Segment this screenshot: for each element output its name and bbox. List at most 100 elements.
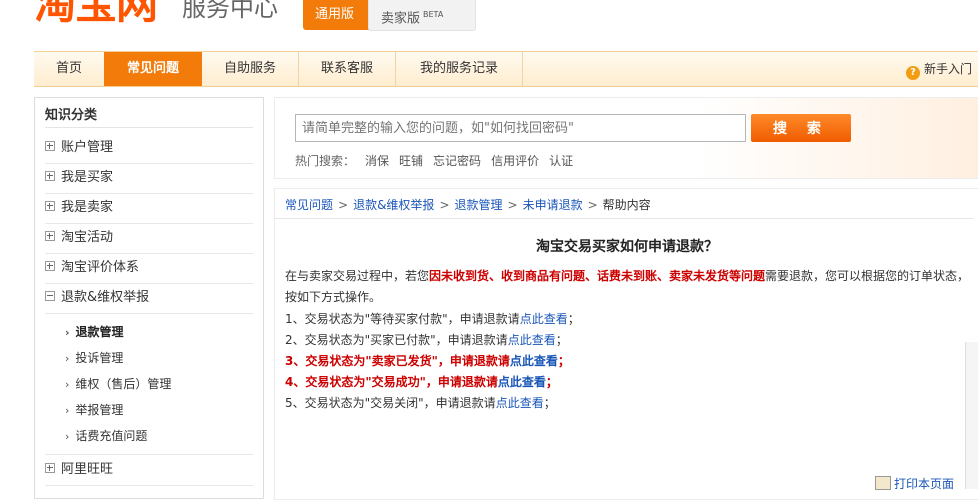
step-item: 4、交易状态为"交易成功"，申请退款请点此查看； bbox=[285, 373, 558, 390]
subitem-label: 退款管理 bbox=[75, 325, 124, 339]
subitem-label: 话费充值问题 bbox=[75, 429, 148, 443]
step-end: ； bbox=[555, 333, 568, 347]
breadcrumb-sep: > bbox=[338, 198, 349, 212]
expand-icon bbox=[45, 261, 55, 271]
breadcrumb-link[interactable]: 退款&维权举报 bbox=[353, 198, 434, 212]
category-label: 淘宝活动 bbox=[61, 230, 114, 245]
breadcrumb-sep: > bbox=[507, 198, 518, 212]
nav-service-records[interactable]: 我的服务记录 bbox=[396, 52, 523, 86]
step-end: ； bbox=[543, 396, 556, 410]
nav-self-service[interactable]: 自助服务 bbox=[202, 52, 299, 86]
printer-icon bbox=[875, 476, 891, 490]
chevron-right-icon: › bbox=[65, 378, 70, 391]
service-center-title: 服务中心 bbox=[182, 0, 278, 22]
expand-icon bbox=[45, 463, 55, 473]
category-buyer[interactable]: 我是买家 bbox=[45, 163, 253, 194]
article-title: 淘宝交易买家如何申请退款？ bbox=[536, 239, 718, 255]
breadcrumb-link[interactable]: 退款管理 bbox=[455, 198, 503, 212]
article-intro: 在与卖家交易过程中，若您因未收到货、收到商品有问题、话费未到账、卖家未发货等问题… bbox=[285, 266, 973, 308]
breadcrumb-sep: > bbox=[439, 198, 450, 212]
view-link[interactable]: 点此查看 bbox=[510, 354, 558, 368]
hot-term-link[interactable]: 旺铺 bbox=[399, 154, 423, 168]
category-label: 退款&维权举报 bbox=[61, 290, 150, 305]
hot-term-link[interactable]: 认证 bbox=[549, 154, 573, 168]
subitem-label: 维权（售后）管理 bbox=[75, 377, 172, 391]
page-scrollbar[interactable] bbox=[965, 342, 978, 489]
intro-emphasis: 因未收到货、收到商品有问题、话费未到账、卖家未发货等问题 bbox=[429, 269, 766, 283]
subitem-label: 举报管理 bbox=[75, 403, 124, 417]
nav-home[interactable]: 首页 bbox=[34, 52, 105, 86]
knowledge-sidebar: 知识分类 账户管理 我是买家 我是卖家 淘宝活动 淘宝评价体系 退款&维权举报 … bbox=[34, 97, 264, 499]
beginner-guide-link[interactable]: ? 新手入门 bbox=[905, 52, 972, 86]
expand-icon bbox=[45, 231, 55, 241]
beta-badge: BETA bbox=[423, 10, 444, 19]
category-rating[interactable]: 淘宝评价体系 bbox=[45, 253, 253, 284]
chevron-right-icon: › bbox=[65, 352, 70, 365]
hot-search-label: 热门搜索： bbox=[295, 154, 356, 168]
hot-term-link[interactable]: 消保 bbox=[365, 154, 389, 168]
category-label: 我是买家 bbox=[61, 170, 114, 185]
view-link[interactable]: 点此查看 bbox=[498, 375, 546, 389]
chevron-right-icon: › bbox=[65, 326, 70, 339]
logo-text: 淘宝网 bbox=[34, 0, 158, 28]
subitem-label: 投诉管理 bbox=[75, 351, 124, 365]
divider bbox=[45, 127, 253, 128]
search-input[interactable] bbox=[295, 114, 746, 142]
category-label: 阿里旺旺 bbox=[61, 462, 114, 477]
category-seller[interactable]: 我是卖家 bbox=[45, 193, 253, 224]
category-wangwang[interactable]: 阿里旺旺 bbox=[45, 454, 253, 486]
view-link[interactable]: 点此查看 bbox=[496, 396, 544, 410]
step-text: 2、交易状态为"买家已付款"，申请退款请 bbox=[285, 333, 508, 347]
step-item: 1、交易状态为"等待买家付款"，申请退款请点此查看； bbox=[285, 310, 580, 327]
main-nav: 首页 常见问题 自助服务 联系客服 我的服务记录 ? 新手入门 bbox=[34, 51, 978, 87]
subitem-recharge[interactable]: › 话费充值问题 bbox=[65, 423, 147, 449]
general-version-tab[interactable]: 通用版 bbox=[303, 0, 371, 30]
hot-search: 热门搜索： 消保 旺铺 忘记密码 信用评价 认证 bbox=[295, 152, 573, 169]
category-activities[interactable]: 淘宝活动 bbox=[45, 223, 253, 254]
search-panel: 搜 索 热门搜索： 消保旺铺忘记密码信用评价认证 bbox=[274, 97, 978, 179]
subitem-refund-management[interactable]: › 退款管理 bbox=[65, 319, 124, 345]
divider bbox=[275, 218, 973, 219]
seller-version-label: 卖家版 bbox=[381, 11, 421, 27]
help-content: 常见问题 > 退款&维权举报 > 退款管理 > 未申请退款 > 帮助内容 淘宝交易买家如何申请退… bbox=[274, 188, 978, 500]
breadcrumb-sep: > bbox=[587, 198, 598, 212]
step-item: 3、交易状态为"卖家已发货"，申请退款请点此查看； bbox=[285, 352, 570, 369]
hot-term-link[interactable]: 信用评价 bbox=[491, 154, 539, 168]
expand-icon bbox=[45, 171, 55, 181]
view-link[interactable]: 点此查看 bbox=[520, 312, 568, 326]
subitem-complaint[interactable]: › 投诉管理 bbox=[65, 345, 123, 371]
step-end: ； bbox=[567, 312, 580, 326]
search-button[interactable]: 搜 索 bbox=[751, 114, 851, 142]
expand-icon bbox=[45, 141, 55, 151]
step-item: 2、交易状态为"买家已付款"，申请退款请点此查看； bbox=[285, 331, 568, 348]
step-text: 1、交易状态为"等待买家付款"，申请退款请 bbox=[285, 312, 520, 326]
category-label: 我是卖家 bbox=[61, 200, 114, 215]
sidebar-title: 知识分类 bbox=[45, 108, 98, 123]
category-label: 账户管理 bbox=[61, 140, 114, 155]
subitem-aftersale[interactable]: › 维权（售后）管理 bbox=[65, 371, 171, 397]
question-icon: ? bbox=[905, 66, 920, 80]
hot-term-link[interactable]: 忘记密码 bbox=[433, 154, 481, 168]
seller-version-tab[interactable]: 卖家版 BETA bbox=[368, 0, 476, 31]
subitem-report[interactable]: › 举报管理 bbox=[65, 397, 123, 423]
nav-faq[interactable]: 常见问题 bbox=[104, 52, 202, 86]
step-end: ； bbox=[557, 354, 570, 368]
chevron-right-icon: › bbox=[65, 430, 70, 443]
intro-text: 在与卖家交易过程中，若您 bbox=[285, 269, 430, 283]
category-account[interactable]: 账户管理 bbox=[45, 133, 253, 164]
step-text: 5、交易状态为"交易关闭"，申请退款请 bbox=[285, 396, 496, 410]
category-refund[interactable]: 退款&维权举报 bbox=[45, 283, 253, 314]
view-link[interactable]: 点此查看 bbox=[508, 333, 556, 347]
collapse-icon bbox=[45, 291, 55, 301]
step-end: ； bbox=[545, 375, 558, 389]
breadcrumb: 常见问题 > 退款&维权举报 > 退款管理 > 未申请退款 > 帮助内容 bbox=[285, 196, 651, 213]
breadcrumb-current: 帮助内容 bbox=[602, 198, 651, 212]
step-item: 5、交易状态为"交易关闭"，申请退款请点此查看； bbox=[285, 394, 556, 411]
step-text: 3、交易状态为"卖家已发货"，申请退款请 bbox=[285, 354, 510, 368]
breadcrumb-link[interactable]: 常见问题 bbox=[285, 198, 333, 212]
print-page-link[interactable]: 打印本页面 bbox=[875, 475, 954, 492]
step-text: 4、交易状态为"交易成功"，申请退款请 bbox=[285, 375, 498, 389]
nav-contact[interactable]: 联系客服 bbox=[299, 52, 396, 86]
chevron-right-icon: › bbox=[65, 404, 70, 417]
breadcrumb-link[interactable]: 未申请退款 bbox=[523, 198, 583, 212]
